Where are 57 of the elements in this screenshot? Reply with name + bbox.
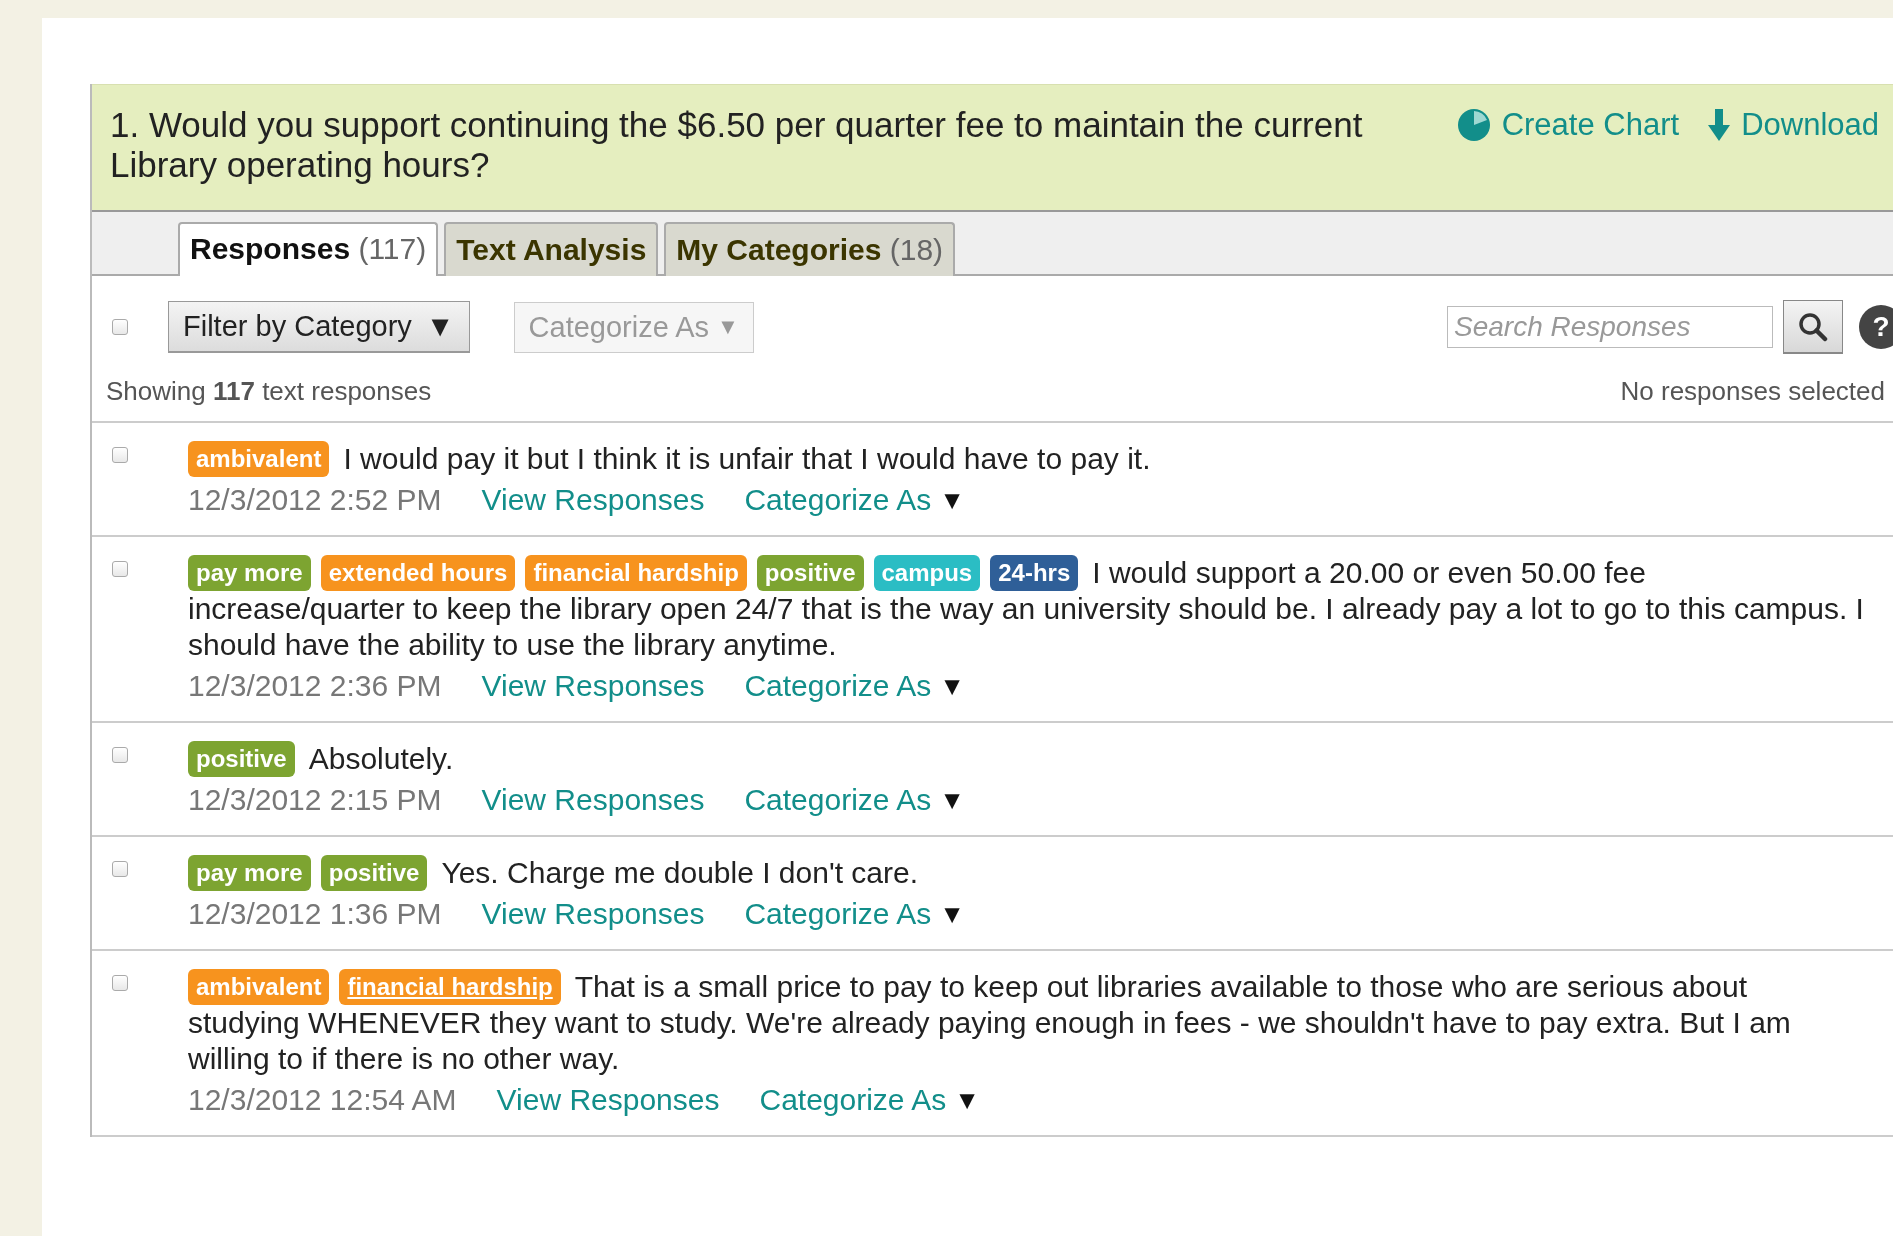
view-responses-link[interactable]: View Responses xyxy=(481,783,705,817)
response-date: 12/3/2012 2:52 PM xyxy=(188,483,442,517)
showing-count: Showing 117 text responses xyxy=(106,376,432,407)
view-responses-link[interactable]: View Responses xyxy=(481,897,705,931)
pie-chart-icon xyxy=(1455,107,1492,143)
response-text: I would pay it but I think it is unfair that I would have to pay it. xyxy=(343,442,1151,475)
category-tag[interactable]: financial hardship xyxy=(339,969,561,1005)
categorize-link[interactable]: Categorize As ▼ xyxy=(744,783,965,817)
category-tag[interactable]: pay more xyxy=(188,855,311,891)
create-chart-link[interactable]: Create Chart xyxy=(1455,107,1680,143)
category-tag[interactable]: pay more xyxy=(188,555,311,591)
response-text-line: willing to if there is no other way. xyxy=(188,1041,621,1077)
response-date: 12/3/2012 12:54 AM xyxy=(188,1083,457,1117)
categorize-link[interactable]: Categorize As ▼ xyxy=(744,483,965,517)
category-tag[interactable]: positive xyxy=(188,741,295,777)
search-icon xyxy=(1798,311,1828,342)
category-tag[interactable]: extended hours xyxy=(320,555,516,591)
download-link[interactable]: Download xyxy=(1707,107,1879,143)
response-text-line: should have the ability to use the library anytime. xyxy=(188,627,838,663)
view-responses-link[interactable]: View Responses xyxy=(481,669,705,703)
response-date: 12/3/2012 2:15 PM xyxy=(188,783,442,817)
response-text: I would support a 20.00 or even 50.00 fee xyxy=(1092,556,1646,589)
select-all-checkbox[interactable] xyxy=(112,319,128,335)
category-tag[interactable]: positive xyxy=(320,855,428,891)
response-text-line: increase/quarter to keep the library open 24/7 that is the way an university should be. I already pay a lot to go to this campus. I xyxy=(188,591,1865,627)
category-tag[interactable]: ambivalent xyxy=(188,969,330,1005)
category-tag[interactable]: financial hardship xyxy=(525,555,747,591)
search-field[interactable]: Search Responses xyxy=(1447,306,1773,348)
response-text: Yes. Charge me double I don't care. xyxy=(441,856,918,889)
help-button[interactable]: ? xyxy=(1859,305,1893,349)
question-title: 1. Would you support continuing the $6.50 per quarter fee to maintain the current Library operating hours? xyxy=(110,105,1364,185)
tab[interactable]: My Categories (18) xyxy=(664,222,956,276)
category-tag[interactable]: campus xyxy=(873,555,981,591)
row-checkbox[interactable] xyxy=(112,747,128,763)
category-tag[interactable]: ambivalent xyxy=(188,441,330,477)
filter-dropdown[interactable]: Filter by Category ▼ xyxy=(168,301,470,353)
response-date: 12/3/2012 2:36 PM xyxy=(188,669,442,703)
response-text: Absolutely. xyxy=(308,742,454,775)
down-arrow-icon xyxy=(1707,107,1732,143)
categorize-link[interactable]: Categorize As ▼ xyxy=(744,897,965,931)
response-text: That is a small price to pay to keep out libraries available to those who are serious about xyxy=(574,970,1748,1003)
row-checkbox[interactable] xyxy=(112,447,128,463)
categorize-link[interactable]: Categorize As ▼ xyxy=(759,1083,980,1117)
category-tag[interactable]: positive xyxy=(756,555,864,591)
response-date: 12/3/2012 1:36 PM xyxy=(188,897,442,931)
view-responses-link[interactable]: View Responses xyxy=(496,1083,720,1117)
response-text-line: studying WHENEVER they want to study. We're already paying enough in fees - we shouldn't have to pay extra. But I am xyxy=(188,1005,1792,1041)
tab[interactable]: Responses (117) xyxy=(178,222,439,276)
view-responses-link[interactable]: View Responses xyxy=(481,483,705,517)
search-button[interactable] xyxy=(1783,300,1843,354)
row-checkbox[interactable] xyxy=(112,975,128,991)
category-tag[interactable]: 24-hrs xyxy=(990,555,1079,591)
row-checkbox[interactable] xyxy=(112,561,128,577)
categorize-link[interactable]: Categorize As ▼ xyxy=(744,669,965,703)
tab[interactable]: Text Analysis xyxy=(444,222,659,276)
row-checkbox[interactable] xyxy=(112,861,128,877)
selection-status: No responses selected xyxy=(1620,376,1885,407)
